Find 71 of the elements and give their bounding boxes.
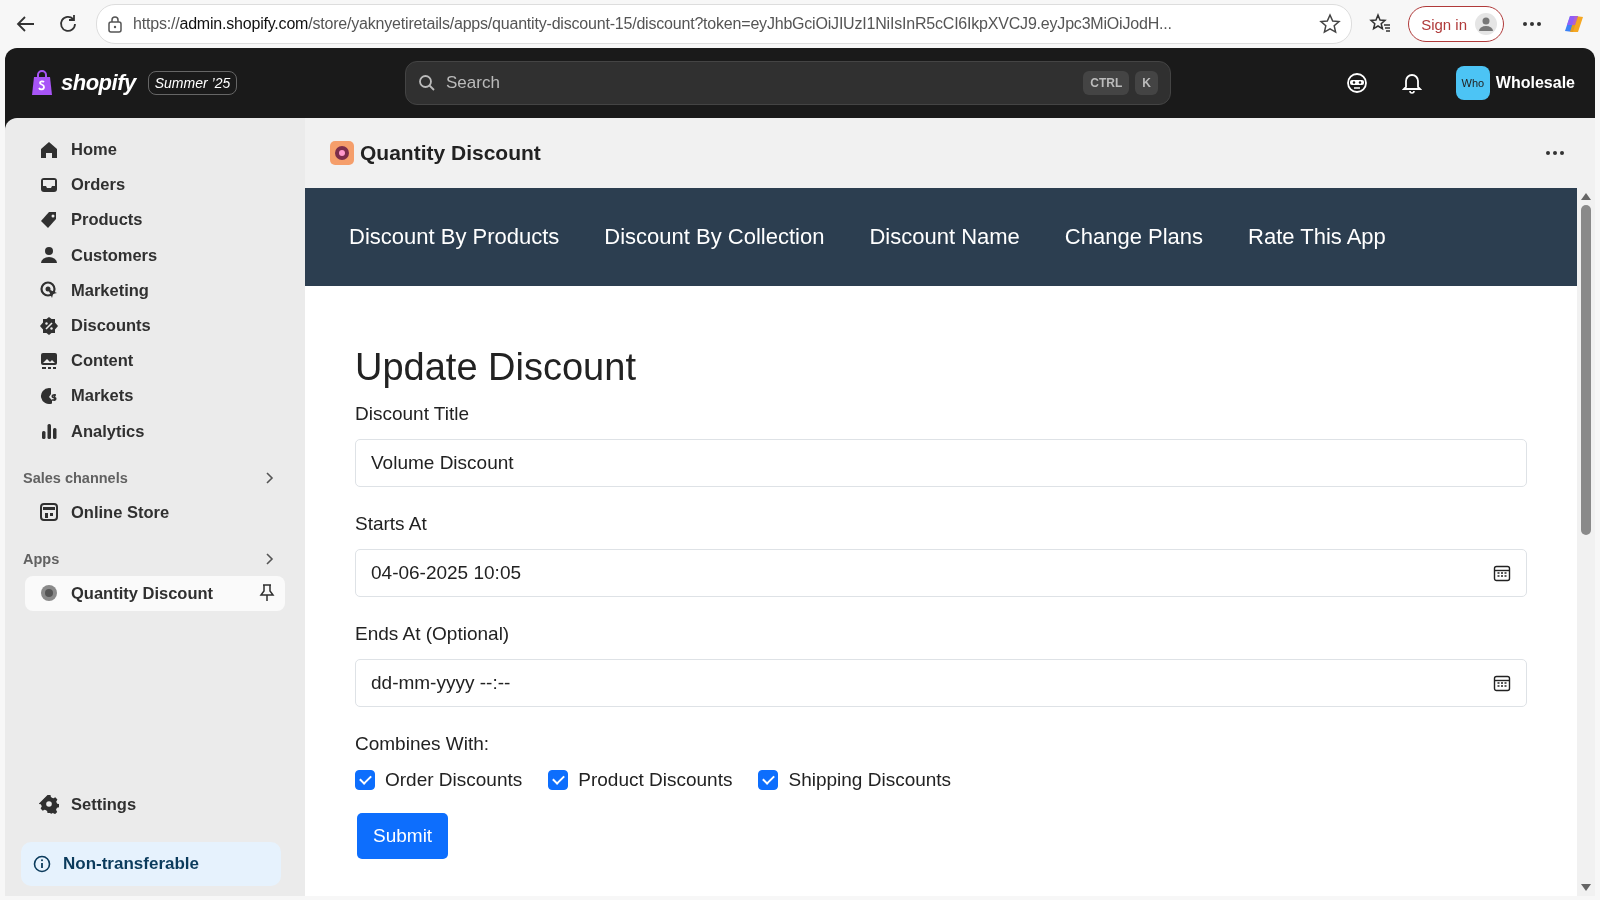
sidebar-item[interactable]: Content — [15, 343, 295, 379]
app-title: Quantity Discount — [360, 141, 541, 165]
sidebar-item[interactable]: Home — [15, 132, 295, 168]
field-label: Ends At (Optional) — [355, 623, 511, 645]
sidebar-item[interactable]: Marketing — [15, 272, 295, 308]
section-title: Sales channels — [23, 469, 128, 486]
bar-chart-icon — [39, 421, 59, 442]
app-icon — [330, 141, 354, 165]
sidebar-item[interactable]: Quantity Discount — [25, 575, 285, 612]
field-label: Discount Title — [355, 403, 471, 425]
chevron-right-icon[interactable] — [265, 470, 275, 485]
scroll-down-icon[interactable] — [1581, 884, 1591, 891]
checkbox-label[interactable]: Order Discounts — [385, 769, 523, 791]
input-field[interactable]: Volume Discount — [355, 439, 1527, 487]
sidebar-item[interactable]: Markets — [15, 378, 295, 414]
checkbox[interactable] — [355, 770, 375, 790]
checkbox[interactable] — [758, 770, 779, 790]
section-title: Apps — [23, 550, 60, 567]
sidebar-item[interactable]: Analytics — [15, 413, 295, 449]
form-heading: Update Discount — [355, 346, 637, 389]
chevron-right-icon[interactable] — [265, 551, 275, 566]
shortcut-key: CTRL — [1083, 71, 1130, 95]
more-icon[interactable] — [1545, 150, 1565, 156]
shortcut-key: K — [1135, 71, 1158, 95]
store-avatar[interactable]: Who — [1455, 66, 1490, 100]
nav-link[interactable]: Change Plans — [1064, 224, 1204, 250]
picture-icon — [39, 350, 59, 371]
checkbox-label[interactable]: Product Discounts — [578, 769, 733, 791]
nav-link[interactable]: Rate This App — [1248, 224, 1386, 250]
nav-link[interactable]: Discount By Collection — [604, 224, 825, 250]
scroll-up-icon[interactable] — [1581, 193, 1591, 200]
badge-icon — [39, 315, 59, 336]
pin-icon[interactable] — [259, 584, 275, 603]
app-icon — [39, 583, 59, 604]
sidebar-item[interactable]: Customers — [15, 237, 295, 273]
edition-badge[interactable]: Summer ’25 — [147, 71, 238, 95]
sidebar-item[interactable]: Products — [15, 202, 295, 238]
person-icon — [39, 245, 59, 266]
input-field[interactable]: dd-mm-yyyy --:-- — [355, 659, 1527, 707]
home-icon — [39, 139, 59, 160]
calendar-icon[interactable] — [1493, 674, 1511, 692]
logo-text[interactable]: shopify — [61, 70, 136, 96]
person-icon — [1475, 13, 1497, 35]
sidebar-item[interactable]: Online Store — [15, 494, 295, 530]
url-text: https://admin.shopify.com/store/yaknyetiretails/apps/quantity-discount-15/discount?token=eyJhbGciOiJIUzI1NiIsInR5cCI6IkpXVCJ9.eyJpc3MiOiJodH... — [133, 15, 1173, 33]
notice-text: Non-transferable — [63, 854, 200, 874]
sidebar-item[interactable]: Orders — [15, 167, 295, 203]
settings-item[interactable]: Settings — [15, 786, 295, 822]
submit-button[interactable]: Submit — [357, 813, 449, 859]
settings-icon — [39, 794, 59, 815]
tag-icon — [39, 209, 59, 230]
info-icon — [33, 855, 51, 873]
input-field[interactable]: 04-06-2025 10:05 — [355, 549, 1527, 597]
checkbox-label[interactable]: Shipping Discounts — [788, 769, 952, 791]
search-input[interactable]: Search — [444, 72, 1076, 94]
star-icon[interactable] — [1319, 13, 1342, 35]
search-field[interactable]: Search CTRL K — [405, 61, 1171, 105]
sidebar-item[interactable]: Discounts — [15, 307, 295, 344]
storefront-icon — [39, 502, 59, 523]
search-icon — [418, 74, 436, 92]
lock-icon — [107, 15, 123, 33]
field-label: Starts At — [355, 513, 428, 535]
address-bar[interactable]: https://admin.shopify.com/store/yaknyetiretails/apps/quantity-discount-15/discount?token=eyJhbGciOiJIUzI1NiIsInR5cCI6IkpXVCJ9.eyJpc3MiOiJodH... — [96, 4, 1353, 44]
calendar-icon[interactable] — [1493, 564, 1511, 582]
store-name[interactable]: Wholesale — [1495, 74, 1575, 92]
nav-link[interactable]: Discount By Products — [349, 224, 560, 250]
nav-link[interactable]: Discount Name — [869, 224, 1020, 250]
checkbox[interactable] — [548, 770, 569, 790]
bell-icon[interactable] — [1401, 72, 1422, 94]
sign-in-button[interactable]: Sign in — [1408, 6, 1504, 42]
field-label: Combines With: — [355, 733, 491, 755]
